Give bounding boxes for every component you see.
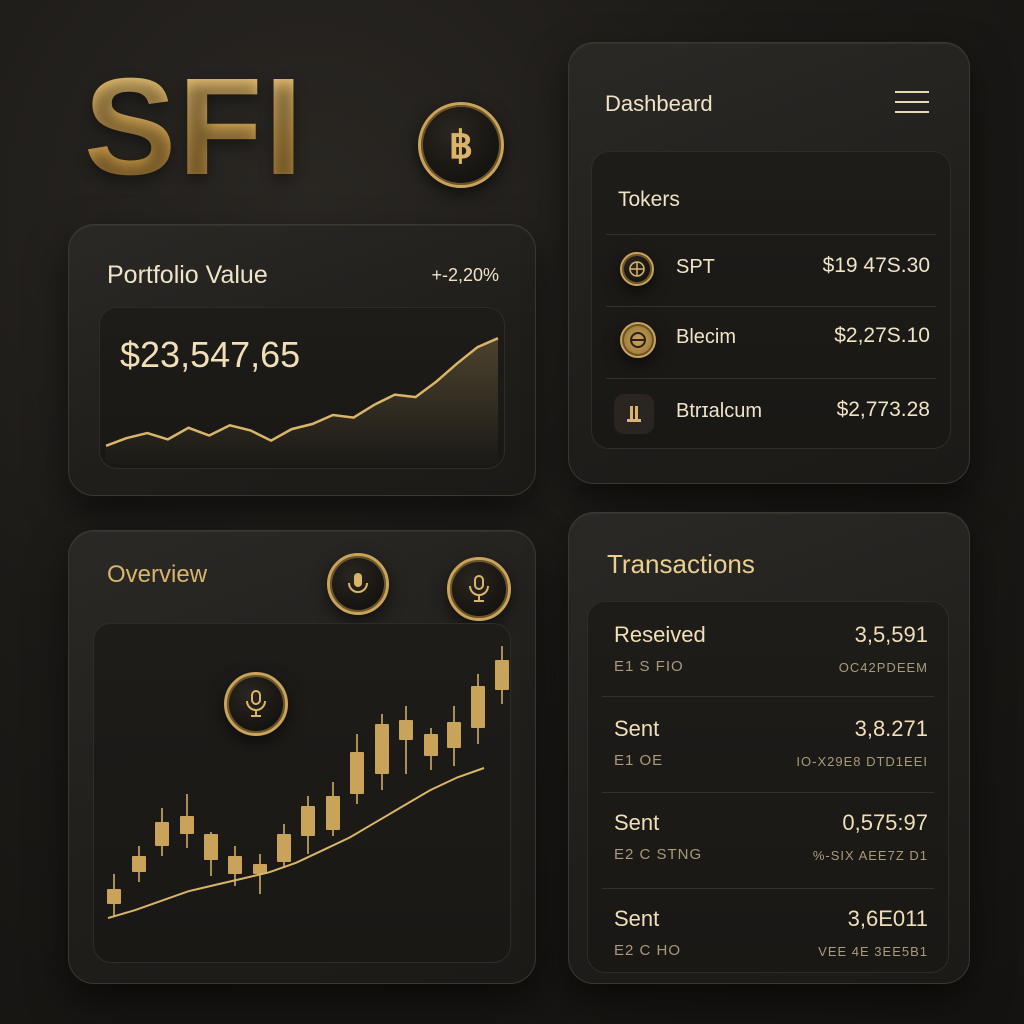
overview-card: Overview	[68, 530, 536, 984]
candle-body	[301, 806, 315, 836]
candle-body	[326, 796, 340, 830]
token-row[interactable]: Btrɪalcum $2,773.28	[592, 380, 950, 448]
coin-ring-icon	[620, 322, 656, 358]
transaction-row[interactable]: Sent 3,8.271 E1 OE IO-X29E8 DTD1EEI	[588, 698, 948, 792]
portfolio-line-chart	[105, 337, 499, 468]
coin-bar-icon	[614, 394, 654, 434]
token-value: $2,27S.10	[834, 324, 930, 347]
hamburger-menu-icon[interactable]	[895, 91, 929, 115]
overview-chart-area	[93, 623, 511, 963]
overview-title: Overview	[107, 561, 208, 588]
transaction-amount: 3,6E011	[847, 906, 928, 931]
transaction-amount: 3,8.271	[854, 716, 928, 741]
token-value: $2,773.28	[836, 398, 930, 421]
dashboard-title: Dashbeard	[605, 91, 713, 116]
transaction-amount: 3,5,591	[854, 622, 928, 647]
token-row[interactable]: SPT $19 47S.30	[592, 236, 950, 306]
transactions-title: Transactions	[607, 549, 755, 579]
transactions-card: Transactions Reseived 3,5,591 E1 S FIO O…	[568, 512, 970, 984]
transaction-code: %-SIX AEE7Z D1	[812, 848, 928, 863]
transaction-detail: E2 C HO	[614, 942, 682, 959]
candle-body	[107, 889, 121, 904]
transaction-type: Reseived	[614, 622, 706, 647]
candle-body	[424, 734, 438, 756]
candle-body	[447, 722, 461, 748]
overview-candlestick-chart	[107, 646, 509, 920]
candle-body	[495, 660, 509, 690]
transaction-code: VEE 4E 3EE5B1	[818, 944, 928, 959]
candle-body	[277, 834, 291, 862]
svg-text:฿: ฿	[449, 125, 473, 167]
candle-body	[471, 686, 485, 728]
tokens-title: Tokers	[618, 188, 680, 211]
bitcoin-coin-icon[interactable]: ฿	[418, 102, 504, 188]
candle-body	[228, 856, 242, 874]
token-name: Btrɪalcum	[676, 400, 763, 422]
token-row[interactable]: Blecim $2,27S.10	[592, 308, 950, 378]
candle-body	[155, 822, 169, 846]
token-name: SPT	[676, 256, 715, 278]
transaction-type: Sent	[614, 810, 660, 835]
portfolio-change: +-2,20%	[431, 265, 499, 285]
transaction-detail: E2 C STNG	[614, 846, 703, 863]
transaction-row[interactable]: Sent 3,6E011 E2 C HO VEE 4E 3EE5B1	[588, 890, 948, 972]
token-name: Blecim	[676, 326, 737, 348]
dashboard-card: Dashbeard Tokers SPT $19 47S.30 Blecim $…	[568, 42, 970, 484]
transaction-row[interactable]: Sent 0,575:97 E2 C STNG %-SIX AEE7Z D1	[588, 794, 948, 888]
transaction-detail: E1 OE	[614, 752, 664, 769]
transaction-row[interactable]: Reseived 3,5,591 E1 S FIO OC42PDEEM	[588, 602, 948, 696]
transaction-amount: 0,575:97	[842, 810, 928, 835]
bitcoin-symbol-icon: ฿	[449, 125, 473, 167]
brand-logo: SFI	[84, 48, 305, 207]
candle-body	[350, 752, 364, 794]
transaction-detail: E1 S FIO	[614, 658, 684, 675]
portfolio-card: Portfolio Value +-2,20% $23,547,65	[68, 224, 536, 496]
transactions-panel: Reseived 3,5,591 E1 S FIO OC42PDEEM Sent…	[587, 601, 949, 973]
candle-body	[399, 720, 413, 740]
candle-body	[375, 724, 389, 774]
mic-icon[interactable]	[327, 553, 389, 615]
transaction-type: Sent	[614, 906, 660, 931]
mic-stand-icon[interactable]	[447, 557, 511, 621]
candle-body	[180, 816, 194, 834]
token-value: $19 47S.30	[822, 254, 930, 277]
portfolio-title: Portfolio Value	[107, 261, 268, 289]
transaction-code: IO-X29E8 DTD1EEI	[796, 754, 928, 769]
portfolio-chart-area: $23,547,65	[99, 307, 505, 469]
coin-grid-icon	[620, 252, 654, 286]
transaction-type: Sent	[614, 716, 660, 741]
portfolio-area-fill	[106, 338, 498, 468]
tokens-panel: Tokers SPT $19 47S.30 Blecim $2,27S.10 B…	[591, 151, 951, 449]
candle-body	[132, 856, 146, 872]
transaction-code: OC42PDEEM	[838, 660, 928, 675]
candle-body	[204, 834, 218, 860]
